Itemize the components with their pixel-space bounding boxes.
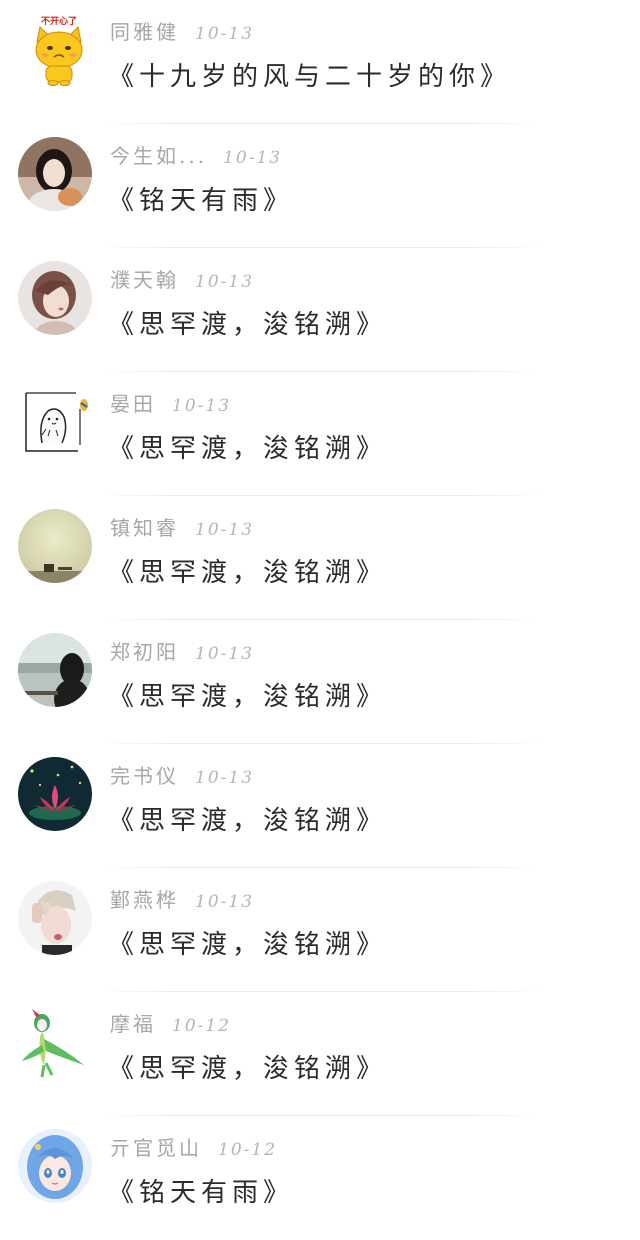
commenter-name[interactable]: 镇知睿 [110,516,179,540]
comment-date: 10-13 [195,272,255,292]
avatar[interactable] [18,1005,92,1079]
cartoon-doodle-icon [18,385,92,459]
commenter-name[interactable]: 亓官觅山 [110,1136,202,1160]
commenter-name[interactable]: 濮天翰 [110,268,179,292]
comment-date: 10-13 [172,396,232,416]
comment-meta: 濮天翰 10-13 [110,264,254,292]
comment-title[interactable]: 《思罕渡，浚铭溯》 [108,1048,387,1085]
comment-date: 10-13 [195,520,255,540]
portrait-photo-icon [18,881,92,955]
comment-date: 10-13 [195,24,255,44]
comment-title[interactable]: 《思罕渡，浚铭溯》 [108,800,387,837]
illustrated-girl-icon [18,261,92,335]
avatar[interactable] [18,757,92,831]
avatar[interactable]: 不开心了 [22,12,88,86]
comment-item[interactable]: 鄞燕桦 10-13 《思罕渡，浚铭溯》 [0,868,640,992]
commenter-name[interactable]: 今生如... [110,144,207,168]
comment-meta: 亓官觅山 10-12 [110,1132,277,1160]
comment-meta: 摩福 10-12 [110,1008,231,1036]
comment-item[interactable]: 今生如... 10-13 《铭天有雨》 [0,124,640,248]
comment-date: 10-13 [195,644,255,664]
comment-item[interactable]: 不开心了 同雅健 10-13 《十九岁的风与二十岁的你》 [0,0,640,124]
misty-landscape-icon [18,509,92,583]
comment-item[interactable]: 亓官觅山 10-12 《铭天有雨》 [0,1116,640,1240]
avatar[interactable] [18,137,92,211]
lotus-icon [18,757,92,831]
avatar[interactable] [18,633,92,707]
comment-meta: 同雅健 10-13 [110,16,254,44]
comment-date: 10-13 [195,768,255,788]
comment-item[interactable]: 镇知睿 10-13 《思罕渡，浚铭溯》 [0,496,640,620]
comment-date: 10-12 [218,1140,278,1160]
comment-date: 10-12 [172,1016,232,1036]
comment-meta: 完书仪 10-13 [110,760,254,788]
avatar[interactable] [18,1129,92,1203]
comment-item[interactable]: 完书仪 10-13 《思罕渡，浚铭溯》 [0,744,640,868]
girl-photo-icon [18,137,92,211]
commenter-name[interactable]: 同雅健 [110,20,179,44]
comment-title[interactable]: 《思罕渡，浚铭溯》 [108,428,387,465]
comment-meta: 晏田 10-13 [110,388,231,416]
commenter-name[interactable]: 鄞燕桦 [110,888,179,912]
avatar[interactable] [18,385,92,459]
comment-title[interactable]: 《思罕渡，浚铭溯》 [108,552,387,589]
commenter-name[interactable]: 完书仪 [110,764,179,788]
comment-list: 不开心了 同雅健 10-13 《十九岁的风与二十岁的你》 今生如... 10-1… [0,0,640,1211]
commenter-name[interactable]: 晏田 [110,392,156,416]
avatar[interactable] [18,261,92,335]
comment-meta: 今生如... 10-13 [110,140,282,168]
cartoon-cat-icon: 不开心了 [26,12,88,86]
comment-title[interactable]: 《思罕渡，浚铭溯》 [108,676,387,713]
green-fairy-icon [18,1005,92,1079]
comment-meta: 鄞燕桦 10-13 [110,884,254,912]
commenter-name[interactable]: 摩福 [110,1012,156,1036]
comment-meta: 郑初阳 10-13 [110,636,254,664]
comment-title[interactable]: 《思罕渡，浚铭溯》 [108,304,387,341]
avatar[interactable] [18,881,92,955]
comment-title[interactable]: 《铭天有雨》 [108,180,294,217]
comment-title[interactable]: 《十九岁的风与二十岁的你》 [108,56,511,93]
lake-silhouette-icon [18,633,92,707]
comment-meta: 镇知睿 10-13 [110,512,254,540]
avatar[interactable] [18,509,92,583]
commenter-name[interactable]: 郑初阳 [110,640,179,664]
comment-title[interactable]: 《思罕渡，浚铭溯》 [108,924,387,961]
comment-item[interactable]: 濮天翰 10-13 《思罕渡，浚铭溯》 [0,248,640,372]
comment-title[interactable]: 《铭天有雨》 [108,1172,294,1209]
avatar-label: 不开心了 [41,16,77,26]
comment-date: 10-13 [195,892,255,912]
comment-item[interactable]: 摩福 10-12 《思罕渡，浚铭溯》 [0,992,640,1116]
anime-girl-icon [18,1129,92,1203]
comment-item[interactable]: 郑初阳 10-13 《思罕渡，浚铭溯》 [0,620,640,744]
comment-date: 10-13 [223,148,283,168]
comment-item[interactable]: 晏田 10-13 《思罕渡，浚铭溯》 [0,372,640,496]
